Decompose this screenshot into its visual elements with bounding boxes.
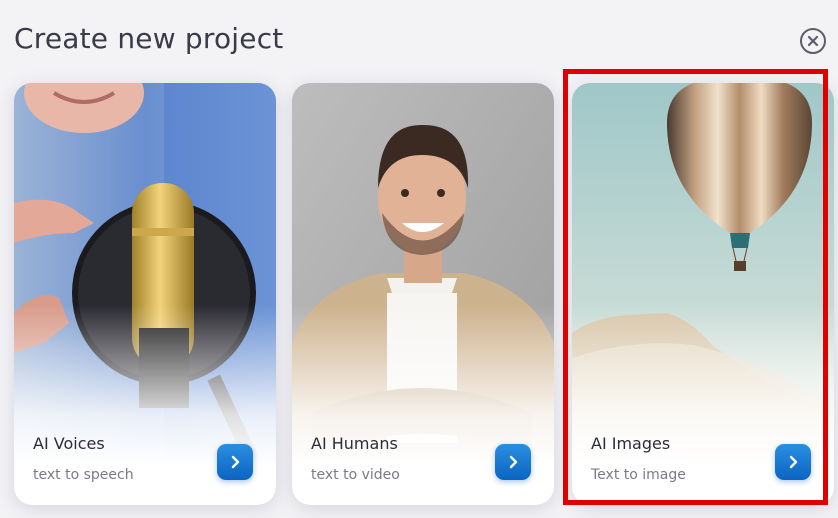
chevron-right-icon[interactable] [775,444,811,480]
close-icon[interactable] [800,28,826,54]
card-label: AI Humans [311,434,398,453]
card-ai-images[interactable]: AI Images Text to image [572,83,834,505]
card-sublabel: Text to image [591,467,686,483]
chevron-right-icon[interactable] [217,444,253,480]
dialog-title: Create new project [14,22,284,55]
card-ai-humans[interactable]: AI Humans text to video [292,83,554,505]
card-sublabel: text to speech [33,467,134,483]
card-sublabel: text to video [311,467,400,483]
card-label: AI Images [591,434,671,453]
chevron-right-icon[interactable] [495,444,531,480]
card-label: AI Voices [33,434,105,453]
card-ai-voices[interactable]: AI Voices text to speech [14,83,276,505]
